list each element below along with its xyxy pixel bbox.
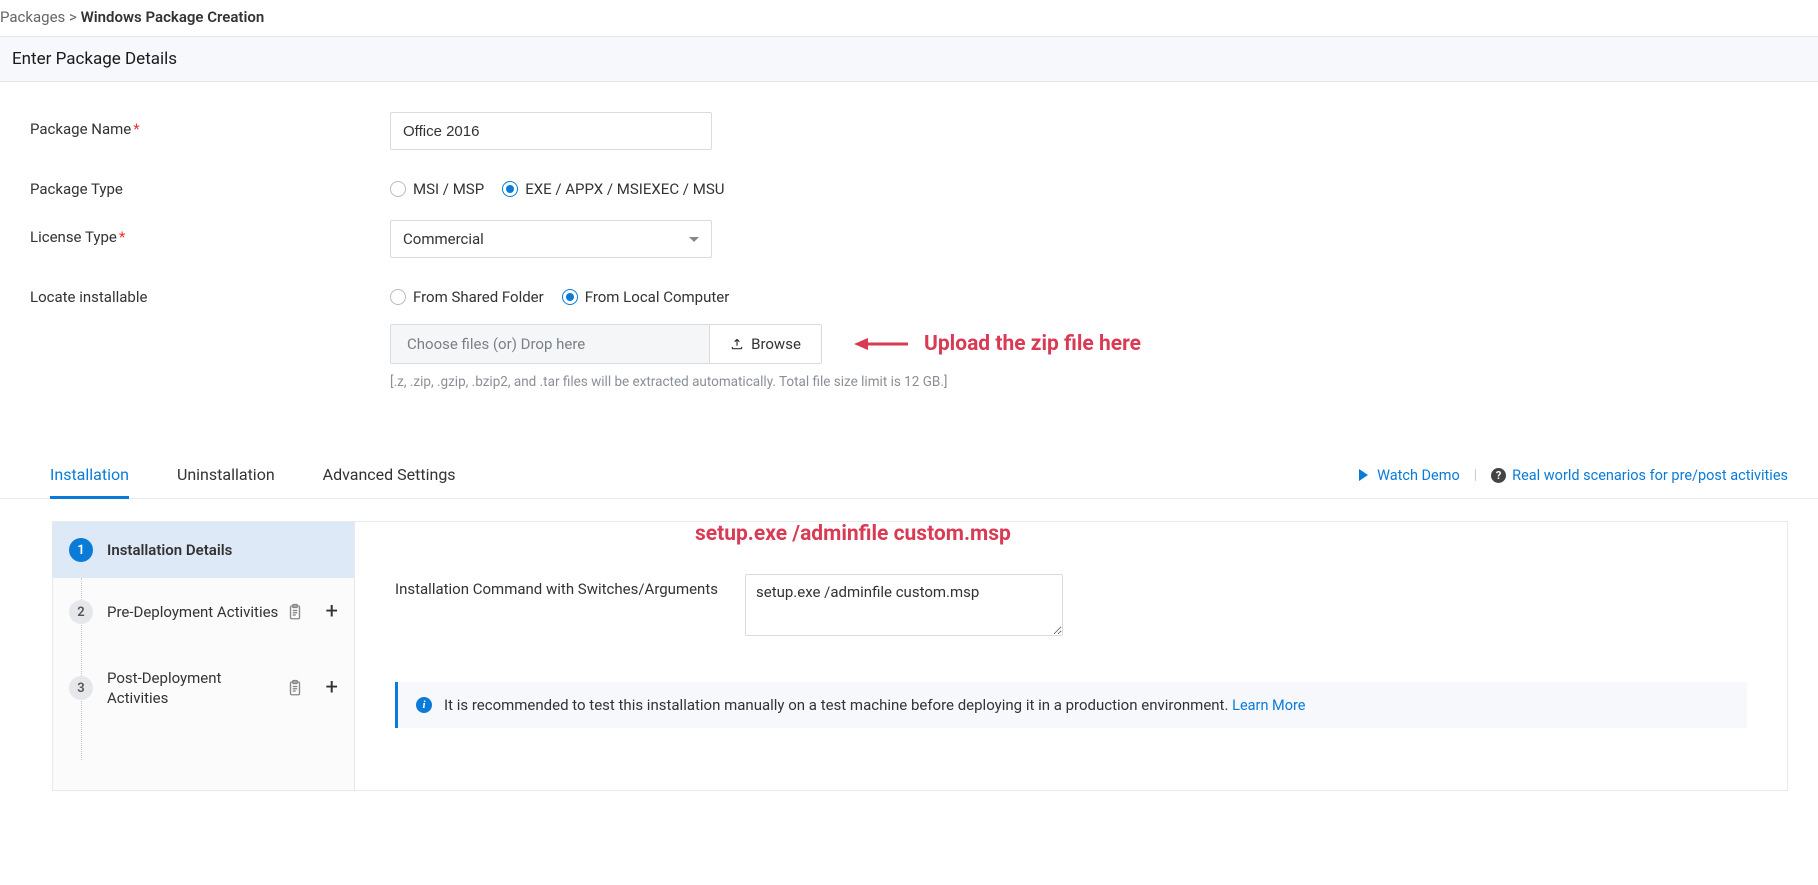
package-type-exe-label: EXE / APPX / MSIEXEC / MSU bbox=[525, 180, 724, 198]
arrow-left-icon bbox=[854, 335, 908, 353]
license-type-row: License Type* Commercial bbox=[30, 220, 1788, 258]
annotation-command: setup.exe /adminfile custom.msp bbox=[695, 522, 1011, 546]
radio-circle-icon bbox=[390, 289, 406, 305]
divider: | bbox=[1474, 467, 1477, 483]
locate-installable-label: Locate installable bbox=[30, 280, 390, 306]
license-type-select[interactable]: Commercial bbox=[390, 220, 712, 258]
locate-shared-label: From Shared Folder bbox=[413, 288, 544, 306]
learn-more-link[interactable]: Learn More bbox=[1232, 697, 1305, 714]
locate-local-radio[interactable]: From Local Computer bbox=[562, 288, 730, 306]
plus-icon[interactable]: + bbox=[326, 601, 338, 623]
breadcrumb: Packages > Windows Package Creation bbox=[0, 0, 1818, 36]
installation-command-input[interactable] bbox=[745, 574, 1063, 636]
package-type-exe-radio[interactable]: EXE / APPX / MSIEXEC / MSU bbox=[502, 180, 724, 198]
package-type-row: Package Type MSI / MSP EXE / APPX / MSIE… bbox=[30, 172, 1788, 198]
package-name-row: Package Name* bbox=[30, 112, 1788, 150]
radio-circle-icon bbox=[502, 181, 518, 197]
watch-demo-link[interactable]: Watch Demo bbox=[1357, 467, 1460, 484]
step-installation-details[interactable]: 1 Installation Details bbox=[53, 522, 354, 578]
step-label-3: Post-Deployment Activities bbox=[107, 668, 286, 709]
step-sidebar: 1 Installation Details 2 Pre-Deployment … bbox=[53, 522, 355, 790]
locate-installable-row: Locate installable From Shared Folder Fr… bbox=[30, 280, 1788, 390]
breadcrumb-current: Windows Package Creation bbox=[81, 8, 265, 26]
tabs-right: Watch Demo | ? Real world scenarios for … bbox=[1357, 467, 1788, 484]
browse-button[interactable]: Browse bbox=[709, 325, 821, 363]
tabs-left: Installation Uninstallation Advanced Set… bbox=[50, 452, 504, 498]
radio-circle-icon bbox=[562, 289, 578, 305]
license-type-value: Commercial bbox=[403, 230, 484, 248]
package-type-msi-radio[interactable]: MSI / MSP bbox=[390, 180, 484, 198]
info-icon: i bbox=[416, 697, 432, 713]
breadcrumb-sep: > bbox=[69, 8, 77, 26]
step-post-deployment[interactable]: 3 Post-Deployment Activities + bbox=[53, 646, 354, 731]
package-type-msi-label: MSI / MSP bbox=[413, 180, 484, 198]
step-number-3: 3 bbox=[69, 676, 93, 700]
detail-pane: setup.exe /adminfile custom.msp Installa… bbox=[355, 522, 1787, 790]
locate-radio-group: From Shared Folder From Local Computer bbox=[390, 280, 1788, 306]
tab-uninstallation[interactable]: Uninstallation bbox=[177, 453, 275, 499]
package-type-label: Package Type bbox=[30, 172, 390, 198]
upload-icon bbox=[730, 337, 744, 351]
plus-icon[interactable]: + bbox=[326, 677, 338, 699]
step-pre-deployment[interactable]: 2 Pre-Deployment Activities + bbox=[53, 578, 354, 646]
package-type-radio-group: MSI / MSP EXE / APPX / MSIEXEC / MSU bbox=[390, 172, 1788, 198]
step-label-1: Installation Details bbox=[107, 540, 338, 560]
installation-command-label: Installation Command with Switches/Argum… bbox=[395, 574, 745, 598]
locate-shared-radio[interactable]: From Shared Folder bbox=[390, 288, 544, 306]
play-icon bbox=[1357, 468, 1371, 482]
chevron-down-icon bbox=[689, 237, 699, 242]
package-name-input[interactable] bbox=[390, 112, 712, 150]
license-type-label: License Type* bbox=[30, 220, 390, 246]
step-number-1: 1 bbox=[69, 538, 93, 562]
real-world-label: Real world scenarios for pre/post activi… bbox=[1512, 467, 1788, 484]
form-area: Package Name* Package Type MSI / MSP EXE… bbox=[0, 82, 1818, 422]
info-text: It is recommended to test this installat… bbox=[444, 696, 1232, 714]
tab-advanced-settings[interactable]: Advanced Settings bbox=[323, 453, 456, 499]
radio-circle-icon bbox=[390, 181, 406, 197]
info-banner: i It is recommended to test this install… bbox=[395, 682, 1747, 728]
real-world-scenarios-link[interactable]: ? Real world scenarios for pre/post acti… bbox=[1491, 467, 1788, 484]
required-asterisk: * bbox=[119, 228, 125, 246]
tab-installation[interactable]: Installation bbox=[50, 453, 129, 499]
info-text-wrap: It is recommended to test this installat… bbox=[444, 696, 1305, 714]
file-drop-zone[interactable]: Choose files (or) Drop here bbox=[391, 325, 709, 363]
tabs-row: Installation Uninstallation Advanced Set… bbox=[0, 452, 1818, 499]
package-name-label-text: Package Name bbox=[30, 120, 131, 138]
section-header: Enter Package Details bbox=[0, 36, 1818, 82]
locate-local-label: From Local Computer bbox=[585, 288, 730, 306]
installation-command-row: Installation Command with Switches/Argum… bbox=[395, 574, 1747, 636]
watch-demo-label: Watch Demo bbox=[1377, 467, 1460, 484]
file-picker: Choose files (or) Drop here Browse bbox=[390, 324, 822, 364]
package-name-label: Package Name* bbox=[30, 112, 390, 138]
file-hint: [.z, .zip, .gzip, .bzip2, and .tar files… bbox=[390, 374, 1788, 390]
required-asterisk: * bbox=[133, 120, 139, 138]
clipboard-icon[interactable] bbox=[286, 602, 304, 622]
clipboard-icon[interactable] bbox=[286, 678, 304, 698]
step-label-2: Pre-Deployment Activities bbox=[107, 602, 286, 622]
step-number-2: 2 bbox=[69, 600, 93, 624]
annotation-upload: Upload the zip file here bbox=[924, 332, 1141, 356]
license-type-label-text: License Type bbox=[30, 228, 117, 246]
breadcrumb-root[interactable]: Packages bbox=[0, 8, 65, 26]
help-icon: ? bbox=[1491, 468, 1506, 483]
installation-panel: 1 Installation Details 2 Pre-Deployment … bbox=[52, 521, 1788, 791]
browse-label: Browse bbox=[751, 335, 801, 353]
